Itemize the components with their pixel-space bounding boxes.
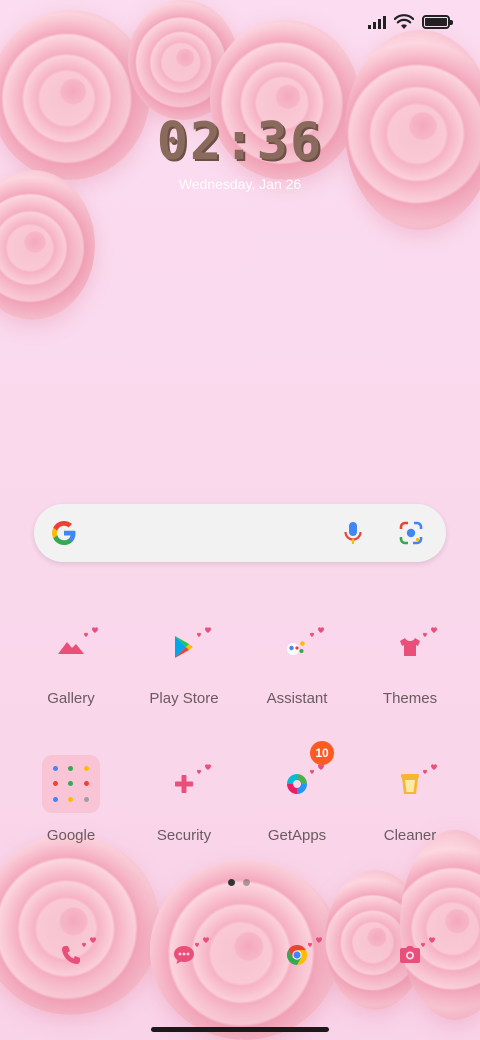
page-indicator[interactable]: [228, 879, 250, 886]
themes-icon: [381, 618, 439, 676]
app-label: Security: [156, 827, 212, 844]
wifi-icon: [394, 14, 414, 29]
lens-icon[interactable]: [398, 520, 424, 546]
home-gesture-bar[interactable]: [151, 1027, 329, 1032]
app-assistant[interactable]: Assistant: [242, 618, 352, 707]
app-themes[interactable]: Themes: [355, 618, 465, 707]
app-getapps[interactable]: 10 GetApps: [242, 741, 352, 844]
app-play-store[interactable]: Play Store: [129, 618, 239, 707]
mic-icon[interactable]: [340, 520, 366, 546]
hearts-icon: [82, 937, 96, 947]
folder-icon: [42, 755, 100, 813]
notification-badge: 10: [310, 741, 334, 765]
google-g-icon: [52, 521, 76, 545]
dock-camera[interactable]: [381, 926, 439, 984]
hearts-icon: [197, 627, 211, 637]
hearts-icon: [423, 764, 437, 774]
dock-messages[interactable]: [155, 926, 213, 984]
gallery-icon: [42, 618, 100, 676]
google-search-bar[interactable]: [34, 504, 446, 562]
hearts-icon: [195, 937, 209, 947]
hearts-icon: [197, 764, 211, 774]
security-icon: [155, 755, 213, 813]
app-security[interactable]: Security: [129, 755, 239, 844]
getapps-icon: 10: [268, 741, 334, 813]
app-label: Gallery: [47, 690, 95, 707]
hearts-icon: [310, 627, 324, 637]
dock-phone[interactable]: [42, 926, 100, 984]
hearts-icon: [308, 937, 322, 947]
signal-icon: [368, 15, 386, 29]
clock-date[interactable]: Wednesday, Jan 26: [0, 176, 480, 192]
folder-google[interactable]: Google: [16, 755, 126, 844]
page-dot-active: [228, 879, 235, 886]
battery-icon: [422, 15, 453, 29]
hearts-icon: [84, 627, 98, 637]
page-dot: [243, 879, 250, 886]
app-label: Cleaner: [383, 827, 437, 844]
play-store-icon: [155, 618, 213, 676]
app-label: Play Store: [149, 690, 219, 707]
app-gallery[interactable]: Gallery: [16, 618, 126, 707]
status-bar: [368, 14, 453, 30]
hearts-icon: [423, 627, 437, 637]
hearts-icon: [421, 937, 435, 947]
app-cleaner[interactable]: Cleaner: [355, 755, 465, 844]
clock-time[interactable]: 02:36: [0, 112, 480, 172]
app-label: GetApps: [267, 827, 327, 844]
dock-chrome[interactable]: [268, 926, 326, 984]
app-label: Google: [46, 827, 96, 844]
assistant-icon: [268, 618, 326, 676]
app-label: Assistant: [266, 690, 328, 707]
app-label: Themes: [382, 690, 438, 707]
cleaner-icon: [381, 755, 439, 813]
camera-icon: [400, 946, 420, 963]
